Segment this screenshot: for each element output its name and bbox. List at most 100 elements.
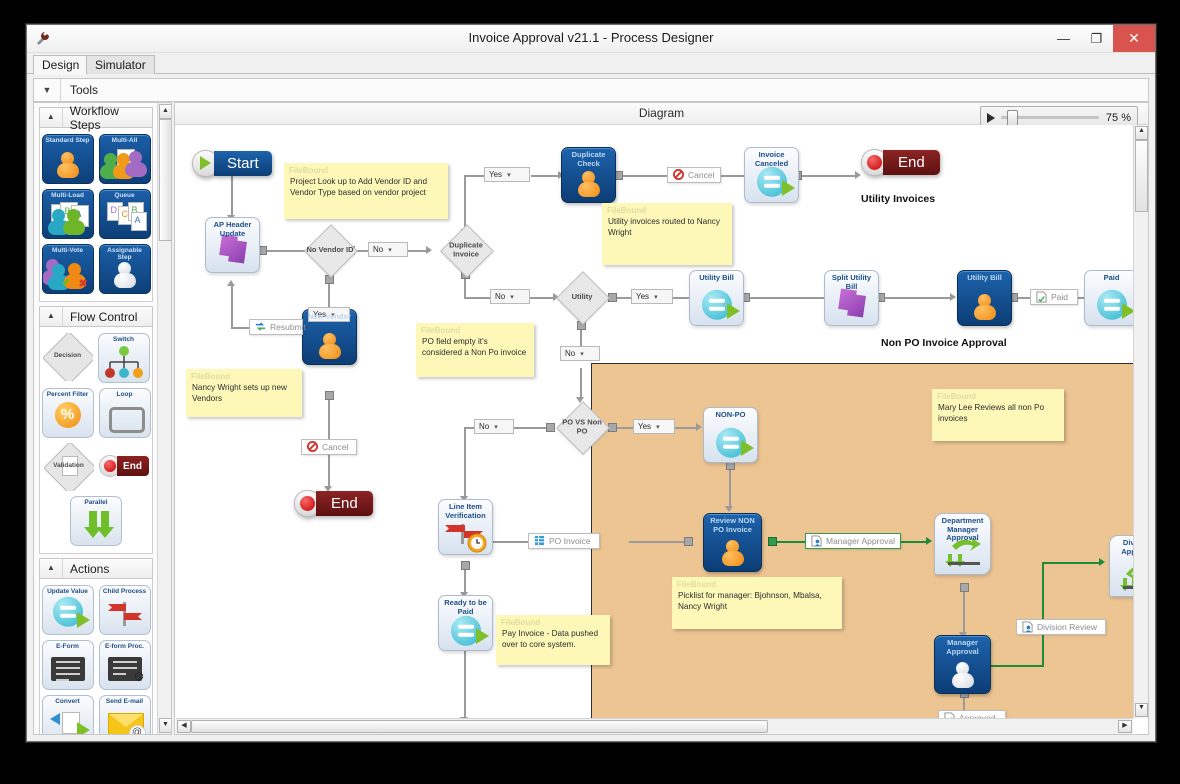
tab-simulator[interactable]: Simulator	[86, 55, 155, 74]
scrollbar-thumb[interactable]	[1135, 140, 1148, 212]
node-line-item-verification[interactable]: Line Item Verification	[438, 499, 493, 555]
group-header[interactable]: ▲ Actions	[39, 558, 153, 579]
node-ready-to-be-paid[interactable]: Ready to be Paid	[438, 595, 493, 651]
node-split-utility-bill[interactable]: Split Utility Bill	[824, 270, 879, 326]
play-icon[interactable]	[987, 112, 995, 123]
group-header[interactable]: ▲ Workflow Steps	[39, 104, 153, 132]
node-new-vendor[interactable]: New Vendor	[302, 309, 357, 365]
maximize-button[interactable]: ❐	[1080, 25, 1113, 52]
scroll-up-icon[interactable]: ▲	[159, 104, 171, 119]
minimize-button[interactable]: —	[1047, 25, 1080, 52]
note-pay-invoice[interactable]: FileBound Pay Invoice - Data pushed over…	[496, 615, 610, 665]
node-end-utility[interactable]: End	[861, 148, 940, 176]
palette-item-e-form-proc[interactable]: E-form Proc. ⚙	[98, 640, 151, 690]
chevron-up-icon[interactable]: ▲	[40, 559, 63, 578]
chevron-up-icon[interactable]: ▲	[40, 108, 63, 127]
palette-item-parallel[interactable]: Parallel	[70, 496, 122, 546]
node-division-approval[interactable]: Division Approval	[1109, 535, 1133, 597]
action-cancel-vendor[interactable]: Cancel	[301, 439, 357, 455]
node-review-non-po-invoice[interactable]: Review NON PO Invoice	[703, 513, 762, 572]
scroll-down-icon[interactable]: ▼	[1135, 703, 1148, 717]
palette-scrollbar[interactable]: ▲ ▼	[157, 103, 171, 734]
action-manager-approval[interactable]: Manager Approval	[805, 533, 901, 549]
note-project-lookup[interactable]: FileBound Project Look up to Add Vendor …	[284, 163, 448, 219]
condition-utility-no[interactable]: No ▾	[560, 346, 600, 361]
decision-duplicate-invoice[interactable]: Duplicate Invoice	[440, 224, 494, 278]
palette-item-child-process[interactable]: Child Process	[98, 585, 151, 635]
scrollbar-thumb[interactable]	[159, 119, 171, 241]
note-utility-routing[interactable]: FileBound Utility invoices routed to Nan…	[602, 203, 732, 265]
palette-item-decision[interactable]: Decision	[42, 333, 93, 381]
chevron-down-icon[interactable]: ▾	[656, 423, 660, 431]
palette-item-e-form[interactable]: E-Form	[41, 640, 94, 690]
zoom-slider[interactable]	[1001, 110, 1099, 127]
scroll-up-icon[interactable]: ▲	[1135, 126, 1148, 140]
tools-bar[interactable]: ▼ Tools	[33, 78, 1149, 102]
action-cancel-dup[interactable]: Cancel	[667, 167, 721, 183]
action-paid[interactable]: Paid	[1030, 289, 1078, 305]
chevron-down-icon[interactable]: ▾	[494, 423, 498, 431]
loop-icon	[108, 407, 145, 433]
diagram-canvas-viewport[interactable]: Utility Invoices Non PO Invoice Approval	[176, 125, 1133, 718]
palette-item-switch[interactable]: Switch	[97, 333, 150, 383]
decision-po-vs-non-po[interactable]: PO VS Non PO	[556, 401, 610, 455]
node-department-manager-approval[interactable]: Department Manager Approval	[934, 513, 991, 575]
condition-dup-no[interactable]: No ▾	[490, 289, 530, 304]
node-duplicate-check[interactable]: Duplicate Check	[561, 147, 616, 203]
condition-utility-yes[interactable]: Yes ▾	[631, 289, 673, 304]
palette-item-multi-all[interactable]: Multi-All	[98, 134, 151, 184]
decision-no-vendor-id[interactable]: No Vendor ID	[304, 224, 358, 278]
canvas-vertical-scrollbar[interactable]: ▲ ▼	[1133, 125, 1148, 718]
node-start[interactable]: Start	[192, 149, 272, 177]
condition-po-no[interactable]: No ▾	[474, 419, 514, 434]
node-manager-approval-step[interactable]: Manager Approval	[934, 635, 991, 694]
scroll-left-icon[interactable]: ◀	[177, 720, 191, 733]
chevron-down-icon[interactable]: ▾	[654, 293, 658, 301]
palette-item-end[interactable]: End	[98, 455, 149, 477]
condition-po-yes[interactable]: Yes ▾	[633, 419, 675, 434]
chevron-down-icon[interactable]: ▾	[507, 171, 511, 179]
action-approved-mgr[interactable]: Approved	[938, 710, 1006, 718]
chevron-down-icon[interactable]: ▾	[388, 246, 392, 254]
node-invoice-canceled[interactable]: Invoice Canceled	[744, 147, 799, 203]
action-resubmit[interactable]: Resubmit	[249, 319, 306, 335]
scrollbar-thumb[interactable]	[191, 720, 768, 733]
palette-item-loop[interactable]: Loop	[98, 388, 151, 438]
palette-item-validation[interactable]: Validation	[43, 443, 94, 491]
action-division-review[interactable]: Division Review	[1016, 619, 1106, 635]
action-po-invoice[interactable]: PO Invoice	[528, 533, 600, 549]
node-ap-header-update[interactable]: AP Header Update	[205, 217, 260, 273]
chevron-down-icon[interactable]: ▼	[34, 79, 61, 101]
node-utility-bill-action[interactable]: Utility Bill	[689, 270, 744, 326]
note-mary-lee[interactable]: FileBound Mary Lee Reviews all non Po in…	[932, 389, 1064, 441]
scroll-down-icon[interactable]: ▼	[159, 718, 171, 733]
tab-design[interactable]: Design	[33, 55, 89, 75]
chevron-down-icon[interactable]: ▾	[510, 293, 514, 301]
palette-item-queue[interactable]: Queue D C B A	[98, 189, 151, 239]
condition-vendor-no[interactable]: No ▾	[368, 242, 408, 257]
palette-item-send-email[interactable]: Send E-mail @	[98, 695, 151, 734]
note-po-empty[interactable]: FileBound PO field empty it's considered…	[416, 323, 534, 377]
node-end-vendor[interactable]: End	[294, 489, 373, 517]
palette-item-standard-step[interactable]: Standard Step	[41, 134, 94, 184]
close-button[interactable]: ✕	[1113, 25, 1155, 52]
chevron-up-icon[interactable]: ▲	[40, 307, 63, 326]
note-nancy-vendors[interactable]: FileBound Nancy Wright sets up new Vendo…	[186, 369, 302, 417]
note-picklist[interactable]: FileBound Picklist for manager: Bjohnson…	[672, 577, 842, 629]
palette-item-multi-vote[interactable]: Multi-Vote ✔ ✖	[41, 244, 94, 294]
palette-item-convert[interactable]: Convert	[41, 695, 94, 734]
group-header[interactable]: ▲ Flow Control	[39, 306, 153, 327]
scroll-right-icon[interactable]: ▶	[1118, 720, 1132, 733]
node-utility-bill-step[interactable]: Utility Bill	[957, 270, 1012, 326]
palette-item-multi-load[interactable]: Multi-Load C B A	[41, 189, 94, 239]
decision-utility[interactable]: Utility	[556, 271, 610, 325]
palette-item-update-value[interactable]: Update Value	[41, 585, 94, 635]
palette-item-assignable-step[interactable]: Assignable Step	[98, 244, 151, 294]
node-non-po[interactable]: NON-PO	[703, 407, 758, 463]
chevron-down-icon[interactable]: ▾	[580, 350, 584, 358]
diagram-canvas[interactable]: Utility Invoices Non PO Invoice Approval	[176, 125, 1133, 718]
condition-dup-yes[interactable]: Yes ▾	[484, 167, 530, 182]
palette-item-percent-filter[interactable]: Percent Filter %	[41, 388, 94, 438]
canvas-horizontal-scrollbar[interactable]: ◀ ▶	[176, 718, 1133, 734]
node-paid[interactable]: Paid	[1084, 270, 1133, 326]
